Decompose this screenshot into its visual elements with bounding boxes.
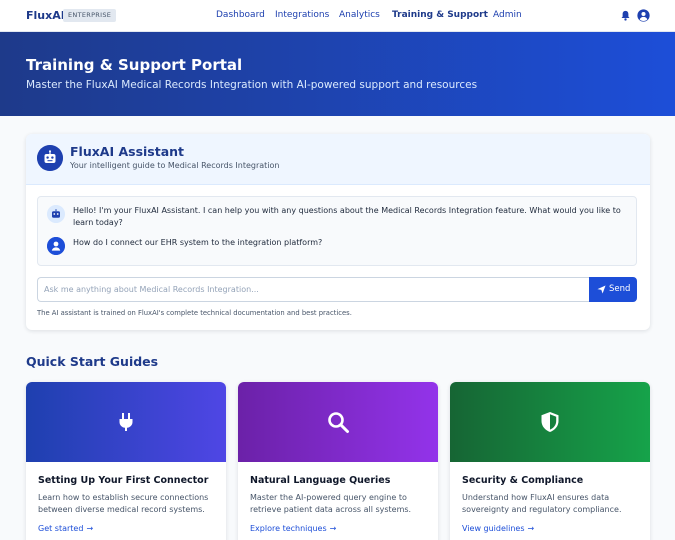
arrow-right-icon: → (86, 524, 94, 533)
guide-card-nl-queries[interactable]: Natural Language Queries Master the AI-p… (238, 382, 438, 540)
assistant-subtitle: Your intelligent guide to Medical Record… (70, 161, 280, 170)
arrow-right-icon: → (527, 524, 535, 533)
arrow-right-icon: → (329, 524, 337, 533)
send-label: Send (609, 284, 631, 294)
user-circle-icon[interactable] (637, 9, 650, 22)
page-title: Training & Support Portal (26, 56, 243, 74)
hero-banner: Training & Support Portal Master the Flu… (0, 32, 675, 116)
guide-title: Security & Compliance (462, 475, 584, 486)
guide-title: Natural Language Queries (250, 475, 391, 486)
assistant-header: FluxAI Assistant Your intelligent guide … (26, 134, 650, 185)
chat-history[interactable]: Hello! I'm your FluxAI Assistant. I can … (37, 196, 637, 266)
nav-integrations[interactable]: Integrations (275, 10, 329, 20)
user-avatar-icon (47, 237, 65, 255)
bot-message: Hello! I'm your FluxAI Assistant. I can … (73, 206, 621, 227)
nav-training-support[interactable]: Training & Support (392, 10, 488, 20)
app-logo[interactable]: FluxAI (26, 9, 65, 22)
top-navbar: FluxAI ENTERPRISE Dashboard Integrations… (0, 0, 675, 32)
guide-link-guidelines[interactable]: View guidelines → (462, 524, 534, 533)
guide-description: Understand how FluxAI ensures data sover… (462, 493, 622, 514)
guide-banner (450, 382, 650, 462)
edition-badge: ENTERPRISE (63, 9, 117, 22)
guide-card-security[interactable]: Security & Compliance Understand how Flu… (450, 382, 650, 540)
guide-link-label[interactable]: Get started (38, 524, 83, 533)
quick-start-title: Quick Start Guides (26, 354, 159, 369)
plug-icon (119, 413, 133, 431)
nav-admin[interactable]: Admin (493, 10, 522, 20)
bot-avatar-icon (47, 205, 65, 223)
guide-card-connector[interactable]: Setting Up Your First Connector Learn ho… (26, 382, 226, 540)
shield-icon (541, 412, 559, 432)
guide-link-label[interactable]: View guidelines (462, 524, 525, 533)
assistant-disclaimer: The AI assistant is trained on FluxAI's … (37, 309, 352, 317)
guide-banner (26, 382, 226, 462)
paper-plane-icon (597, 285, 606, 294)
guide-banner (238, 382, 438, 462)
assistant-panel: FluxAI Assistant Your intelligent guide … (26, 134, 650, 330)
guide-link-get-started[interactable]: Get started → (38, 524, 93, 533)
robot-icon (37, 145, 63, 171)
guide-title: Setting Up Your First Connector (38, 475, 209, 486)
guide-link-label[interactable]: Explore techniques (250, 524, 327, 533)
user-message: How do I connect our EHR system to the i… (73, 238, 323, 247)
guide-description: Learn how to establish secure connection… (38, 493, 209, 514)
guide-link-explore[interactable]: Explore techniques → (250, 524, 336, 533)
bell-icon[interactable] (621, 10, 630, 21)
nav-dashboard[interactable]: Dashboard (216, 10, 265, 20)
assistant-question-input[interactable] (37, 277, 590, 302)
page-subtitle: Master the FluxAI Medical Records Integr… (26, 79, 478, 91)
send-button[interactable]: Send (589, 277, 637, 302)
guide-description: Master the AI-powered query engine to re… (250, 493, 412, 514)
search-icon (328, 412, 349, 433)
nav-analytics[interactable]: Analytics (339, 10, 380, 20)
assistant-title: FluxAI Assistant (70, 144, 185, 159)
